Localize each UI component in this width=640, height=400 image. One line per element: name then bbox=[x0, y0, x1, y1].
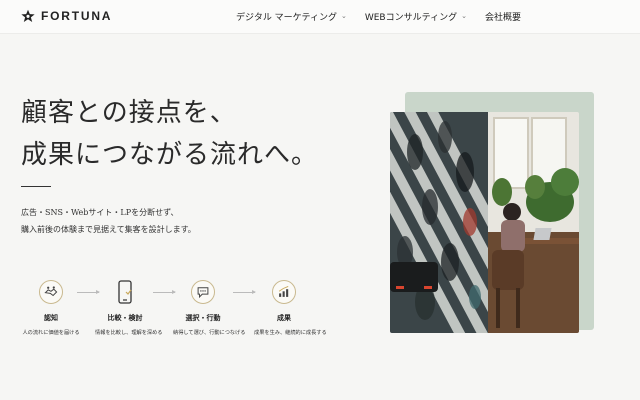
growth-chart-icon bbox=[272, 280, 296, 304]
step-action: 選択・行動 納得して選び、行動につなげる bbox=[173, 280, 246, 336]
funnel-steps: 認知 人の流れに価値を届ける 比較・検討 情報を比較し、理解を深める 選択・行動… bbox=[21, 280, 331, 340]
hero-photo-illustration bbox=[390, 112, 579, 333]
handshake-icon bbox=[39, 280, 63, 304]
lead-line-2: 購入前後の体験まで見据えて集客を設計します。 bbox=[21, 225, 196, 234]
nav-item-digital-marketing[interactable]: デジタル マーケティング ⌄ bbox=[236, 10, 347, 24]
divider bbox=[21, 186, 51, 187]
headline-line-2: 成果につながる流れへ。 bbox=[21, 140, 319, 170]
nav-label: 会社概要 bbox=[484, 13, 521, 23]
arrow-icon bbox=[233, 290, 256, 294]
main-nav: デジタル マーケティング ⌄ WEBコンサルティング ⌄ 会社概要 bbox=[236, 10, 521, 24]
site-logo[interactable]: FORTUNA bbox=[21, 9, 112, 23]
step-title: 認知 bbox=[44, 314, 58, 322]
smartphone-icon bbox=[113, 280, 137, 304]
step-results: 成果 成果を生み、継続的に成長する bbox=[254, 280, 327, 336]
step-description: 情報を比較し、理解を深める bbox=[95, 330, 163, 336]
lead-line-1: 広告・SNS・Webサイト・LPを分断せず、 bbox=[21, 208, 179, 217]
nav-item-company[interactable]: 会社概要 bbox=[485, 10, 521, 23]
hero-photo bbox=[390, 112, 579, 333]
arrow-icon bbox=[153, 290, 176, 294]
hero-headline: 顧客との接点を、 成果につながる流れへ。 bbox=[21, 92, 318, 176]
logo-text: FORTUNA bbox=[41, 9, 113, 23]
site-header: FORTUNA デジタル マーケティング ⌄ WEBコンサルティング ⌄ 会社概… bbox=[0, 0, 640, 34]
step-description: 納得して選び、行動につなげる bbox=[173, 330, 246, 336]
nav-label: WEBコンサルティング bbox=[364, 13, 458, 23]
speech-bubble-icon bbox=[191, 280, 215, 304]
chevron-down-icon: ⌄ bbox=[461, 11, 467, 20]
step-description: 成果を生み、継続的に成長する bbox=[254, 330, 327, 336]
step-title: 選択・行動 bbox=[185, 314, 221, 322]
step-comparison: 比較・検討 情報を比較し、理解を深める bbox=[95, 280, 163, 336]
chevron-down-icon: ⌄ bbox=[340, 11, 347, 20]
step-description: 人の流れに価値を届ける bbox=[22, 330, 80, 336]
nav-label: デジタル マーケティング bbox=[236, 13, 337, 23]
star-logo-icon bbox=[21, 9, 35, 23]
step-title: 比較・検討 bbox=[107, 314, 143, 322]
nav-item-web-consulting[interactable]: WEBコンサルティング ⌄ bbox=[364, 10, 467, 24]
headline-line-1: 顧客との接点を、 bbox=[21, 98, 237, 128]
step-awareness: 認知 人の流れに価値を届ける bbox=[21, 280, 81, 336]
step-title: 成果 bbox=[277, 314, 291, 322]
hero-lead: 広告・SNS・Webサイト・LPを分断せず、 購入前後の体験まで見据えて集客を設… bbox=[21, 204, 196, 238]
